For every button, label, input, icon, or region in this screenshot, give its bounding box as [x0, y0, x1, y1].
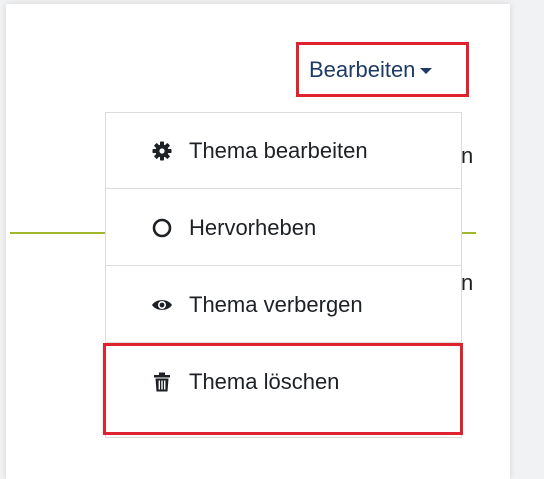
partial-text-fragment: n	[461, 270, 474, 295]
menu-item-label: Hervorheben	[189, 214, 317, 240]
circle-outline-icon	[151, 217, 173, 239]
menu-item-delete-topic[interactable]: Thema löschen	[106, 344, 461, 420]
edit-menu-label: Bearbeiten	[309, 56, 416, 82]
edit-menu-toggle-button[interactable]: Bearbeiten	[296, 42, 469, 97]
edit-dropdown-menu: Thema bearbeiten Hervorheben Thema verbe…	[105, 112, 462, 438]
menu-item-highlight[interactable]: Hervorheben	[106, 190, 461, 266]
caret-down-icon	[420, 68, 433, 74]
menu-item-edit-topic[interactable]: Thema bearbeiten	[106, 113, 461, 189]
gear-icon	[151, 140, 173, 162]
partial-text-fragment: n	[461, 143, 474, 168]
trash-icon	[151, 371, 173, 393]
eye-icon	[151, 294, 173, 316]
menu-item-label: Thema bearbeiten	[189, 137, 368, 163]
menu-item-label: Thema löschen	[189, 369, 340, 394]
menu-item-label: Thema verbergen	[189, 291, 363, 317]
menu-item-hide-topic[interactable]: Thema verbergen	[106, 267, 461, 343]
